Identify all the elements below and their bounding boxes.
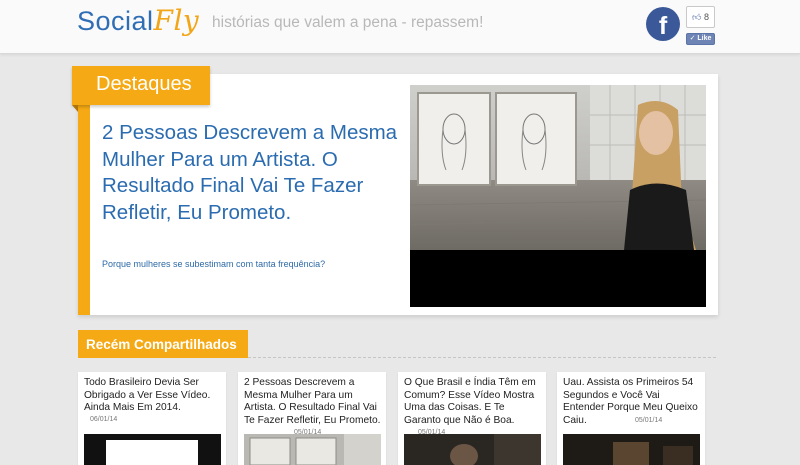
destaques-tab: Destaques	[72, 66, 210, 105]
article-card-thumbnail[interactable]	[84, 434, 221, 465]
check-icon: ✓	[689, 35, 696, 42]
destaques-tab-fold	[72, 105, 78, 112]
article-card-thumbnail[interactable]	[404, 434, 541, 465]
featured-video-thumbnail[interactable]	[410, 85, 706, 307]
article-card[interactable]: 2 Pessoas Descrevem a Mesma Mulher Para …	[238, 372, 386, 465]
recem-compartilhados-tab: Recém Compartilhados	[78, 330, 248, 358]
featured-subtitle-link[interactable]: Porque mulheres se subestimam com tanta …	[102, 259, 325, 269]
facebook-like-button[interactable]: ✓ Like	[686, 33, 715, 45]
facebook-icon[interactable]: f	[646, 7, 680, 41]
article-card-title[interactable]: Todo Brasileiro Devia Ser Obrigado a Ver…	[84, 377, 224, 415]
article-card-thumbnail[interactable]	[563, 434, 700, 465]
thumbs-up-icon: 👍︎	[692, 12, 702, 22]
logo-text-social: Social	[77, 6, 154, 36]
like-count-value: 8	[703, 12, 709, 22]
article-card-title[interactable]: O Que Brasil e Índia Têm em Comum? Esse …	[404, 377, 544, 427]
like-button-label: Like	[697, 35, 712, 42]
article-card[interactable]: Uau. Assista os Primeiros 54 Segundos e …	[557, 372, 705, 465]
facebook-like-count: 👍︎ 8	[686, 6, 715, 28]
site-tagline: histórias que valem a pena - repassem!	[212, 14, 484, 31]
article-card[interactable]: Todo Brasileiro Devia Ser Obrigado a Ver…	[78, 372, 226, 465]
article-card-title[interactable]: 2 Pessoas Descrevem a Mesma Mulher Para …	[244, 377, 384, 427]
section-divider	[248, 357, 716, 358]
logo-text-fly: Fly	[153, 4, 200, 37]
article-card-date: 06/01/14	[90, 416, 118, 423]
recem-compartilhados-label: Recém Compartilhados	[86, 337, 237, 352]
article-card-date: 05/01/14	[635, 417, 663, 424]
article-card-thumbnail[interactable]	[244, 434, 381, 465]
destaques-label: Destaques	[96, 73, 192, 95]
featured-title-link[interactable]: 2 Pessoas Descrevem a Mesma Mulher Para …	[102, 120, 402, 226]
site-logo[interactable]: SocialFly	[77, 4, 199, 38]
site-header: SocialFly histórias que valem a pena - r…	[0, 0, 800, 54]
article-card[interactable]: O Que Brasil e Índia Têm em Comum? Esse …	[398, 372, 546, 465]
article-card-title[interactable]: Uau. Assista os Primeiros 54 Segundos e …	[563, 377, 703, 427]
